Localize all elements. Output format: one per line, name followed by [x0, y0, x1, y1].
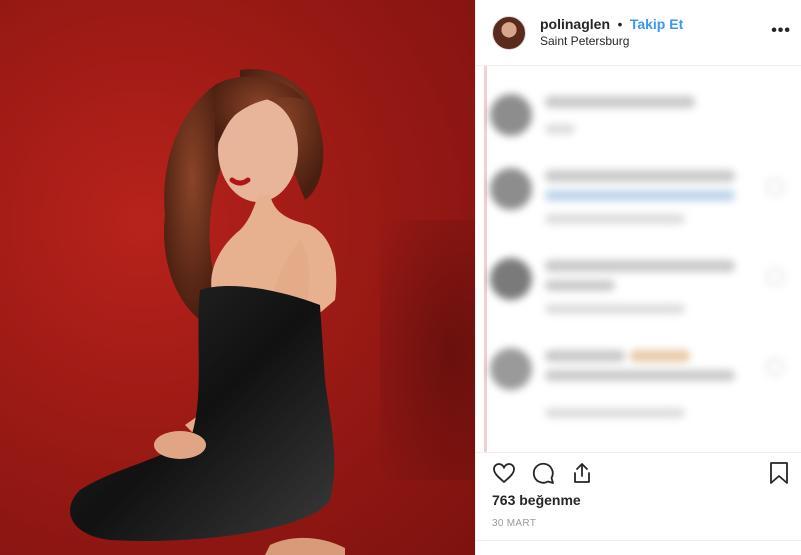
instagram-post: polinaglen • Takip Et Saint Petersburg •… [0, 0, 801, 555]
woman-figure-illustration [70, 69, 345, 555]
location-link[interactable]: Saint Petersburg [540, 33, 683, 50]
avatar[interactable] [492, 15, 526, 50]
like-button[interactable] [490, 459, 518, 487]
blurred-comment [490, 258, 790, 338]
post-photo[interactable] [0, 0, 475, 555]
comments-scrollbar[interactable] [484, 66, 487, 452]
divider [476, 540, 801, 541]
more-options-icon[interactable]: ••• [771, 22, 791, 40]
comment-icon [532, 462, 554, 484]
post-header: polinaglen • Takip Et Saint Petersburg •… [476, 0, 801, 66]
share-icon [574, 463, 590, 483]
follow-button[interactable]: Takip Et [630, 16, 683, 32]
save-button[interactable] [765, 459, 793, 487]
username-link[interactable]: polinaglen [540, 16, 610, 32]
heart-icon [493, 463, 515, 484]
blurred-comment [490, 348, 790, 428]
action-bar [476, 452, 801, 493]
bookmark-icon [770, 462, 788, 484]
separator-dot: • [617, 15, 623, 32]
comments-list[interactable] [476, 66, 801, 452]
post-date[interactable]: 30 MART [492, 518, 536, 529]
blurred-comment [490, 94, 790, 174]
header-info: polinaglen • Takip Et Saint Petersburg [540, 16, 683, 50]
like-count[interactable]: 763 beğenme [492, 492, 581, 508]
post-sidebar: polinaglen • Takip Et Saint Petersburg •… [475, 0, 801, 555]
header-line: polinaglen • Takip Et [540, 16, 683, 33]
share-button[interactable] [568, 459, 596, 487]
comment-button[interactable] [529, 459, 557, 487]
blurred-comment [490, 168, 790, 248]
